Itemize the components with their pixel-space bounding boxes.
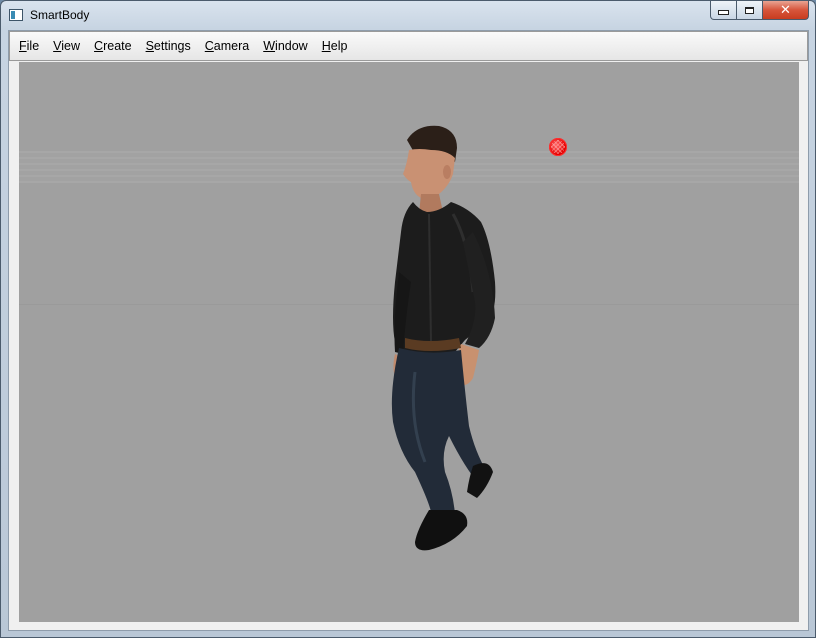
close-button[interactable]: ✕: [763, 1, 809, 20]
menu-window[interactable]: Window: [256, 36, 314, 56]
menu-camera[interactable]: Camera: [198, 36, 256, 56]
menu-mnemonic: C: [94, 39, 104, 53]
caption-buttons: ✕: [710, 1, 809, 21]
menu-mnemonic: C: [204, 39, 214, 53]
menu-view[interactable]: View: [46, 36, 87, 56]
close-icon: ✕: [780, 2, 791, 17]
menu-mnemonic: F: [19, 39, 27, 53]
maximize-icon: [745, 6, 754, 14]
menu-file[interactable]: File: [12, 36, 46, 56]
menu-create[interactable]: Create: [87, 36, 139, 56]
character-front-shoe: [415, 510, 468, 551]
menu-mnemonic: S: [145, 39, 154, 53]
window-title: SmartBody: [30, 8, 90, 22]
menu-mnemonic: H: [321, 39, 331, 53]
3d-viewport[interactable]: [19, 62, 799, 622]
menu-settings[interactable]: Settings: [139, 36, 198, 56]
client-area: File View Create Settings Camera Window …: [8, 30, 809, 631]
minimize-button[interactable]: [710, 1, 737, 20]
menu-help[interactable]: Help: [315, 36, 355, 56]
app-window-icon[interactable]: [9, 9, 23, 21]
maximize-button[interactable]: [737, 1, 763, 20]
app-window: SmartBody ✕ File View Create Settings Ca…: [0, 0, 816, 638]
character-ear: [443, 165, 451, 179]
menu-bar: File View Create Settings Camera Window …: [9, 31, 808, 61]
minimize-icon: [718, 10, 729, 15]
title-bar[interactable]: SmartBody ✕: [1, 1, 815, 29]
walking-man-character[interactable]: [369, 122, 499, 562]
menu-mnemonic: V: [53, 39, 62, 53]
menu-mnemonic: W: [263, 39, 276, 53]
target-sphere[interactable]: [549, 138, 567, 156]
